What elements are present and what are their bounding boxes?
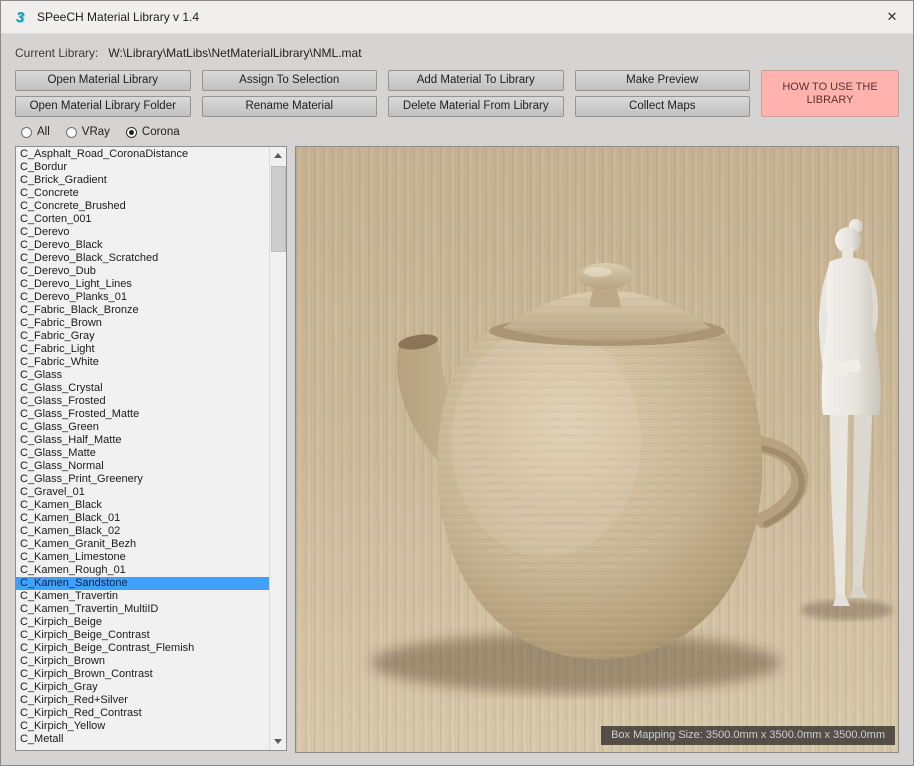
material-item[interactable]: C_Metall [16, 733, 269, 746]
material-item[interactable]: C_Fabric_White [16, 356, 269, 369]
material-item[interactable]: C_Glass_Green [16, 421, 269, 434]
material-item[interactable]: C_Derevo_Dub [16, 265, 269, 278]
material-item[interactable]: C_Glass_Normal [16, 460, 269, 473]
list-scrollbar[interactable] [269, 147, 286, 750]
filter-label: All [37, 126, 50, 138]
material-item[interactable]: C_Fabric_Black_Bronze [16, 304, 269, 317]
material-item[interactable]: C_Kirpich_Yellow [16, 720, 269, 733]
delete-material-from-library-button[interactable]: Delete Material From Library [388, 96, 564, 117]
window-body: Current Library: W:\Library\MatLibs\NetM… [1, 34, 913, 753]
current-library-label: Current Library: [15, 46, 98, 60]
3dsmax-logo-icon: 3 [11, 8, 29, 26]
material-item[interactable]: C_Asphalt_Road_CoronaDistance [16, 148, 269, 161]
add-material-to-library-button[interactable]: Add Material To Library [388, 70, 564, 91]
material-list-panel: C_Asphalt_Road_CoronaDistanceC_BordurC_B… [15, 146, 287, 751]
material-item[interactable]: C_Fabric_Brown [16, 317, 269, 330]
material-item[interactable]: C_Kirpich_Red_Contrast [16, 707, 269, 720]
material-item[interactable]: C_Derevo_Black [16, 239, 269, 252]
material-item[interactable]: C_Derevo [16, 226, 269, 239]
material-list: C_Asphalt_Road_CoronaDistanceC_BordurC_B… [16, 148, 269, 746]
material-item[interactable]: C_Kamen_Rough_01 [16, 564, 269, 577]
radio-icon [66, 127, 77, 138]
filter-label: VRay [82, 126, 110, 138]
main-area: C_Asphalt_Road_CoronaDistanceC_BordurC_B… [15, 146, 899, 753]
material-item[interactable]: C_Kamen_Sandstone [16, 577, 269, 590]
material-item[interactable]: C_Kirpich_Gray [16, 681, 269, 694]
material-item[interactable]: C_Fabric_Light [16, 343, 269, 356]
scroll-up-icon [274, 153, 282, 158]
material-item[interactable]: C_Kamen_Travertin [16, 590, 269, 603]
make-preview-button[interactable]: Make Preview [575, 70, 751, 91]
box-mapping-size-label: Box Mapping Size: 3500.0mm x 3500.0mm x … [601, 726, 895, 745]
material-item[interactable]: C_Glass_Matte [16, 447, 269, 460]
material-item[interactable]: C_Glass_Crystal [16, 382, 269, 395]
material-item[interactable]: C_Glass [16, 369, 269, 382]
material-item[interactable]: C_Glass_Half_Matte [16, 434, 269, 447]
material-item[interactable]: C_Brick_Gradient [16, 174, 269, 187]
rename-material-button[interactable]: Rename Material [202, 96, 378, 117]
filter-radio-vray[interactable]: VRay [66, 126, 110, 138]
material-library-window: 3 SPeeCH Material Library v 1.4 ✕ Curren… [0, 0, 914, 766]
filter-radio-corona[interactable]: Corona [126, 126, 180, 138]
renderer-filter-row: All VRay Corona [21, 126, 899, 138]
open-material-library-button[interactable]: Open Material Library [15, 70, 191, 91]
teapot-render-image [296, 147, 899, 752]
material-item[interactable]: C_Gravel_01 [16, 486, 269, 499]
assign-to-selection-button[interactable]: Assign To Selection [202, 70, 378, 91]
scroll-up-button[interactable] [270, 147, 287, 164]
scroll-down-icon [274, 739, 282, 744]
material-item[interactable]: C_Kirpich_Beige_Contrast_Flemish [16, 642, 269, 655]
material-item[interactable]: C_Kamen_Black_02 [16, 525, 269, 538]
material-item[interactable]: C_Kirpich_Beige_Contrast [16, 629, 269, 642]
current-library-row: Current Library: W:\Library\MatLibs\NetM… [15, 46, 899, 60]
close-button[interactable]: ✕ [871, 1, 913, 34]
scrollbar-thumb[interactable] [271, 166, 286, 252]
current-library-path: W:\Library\MatLibs\NetMaterialLibrary\NM… [108, 46, 361, 60]
material-item[interactable]: C_Kirpich_Brown_Contrast [16, 668, 269, 681]
material-item[interactable]: C_Kirpich_Red+Silver [16, 694, 269, 707]
material-item[interactable]: C_Kamen_Limestone [16, 551, 269, 564]
material-item[interactable]: C_Glass_Print_Greenery [16, 473, 269, 486]
material-preview-panel: Box Mapping Size: 3500.0mm x 3500.0mm x … [295, 146, 899, 753]
material-item[interactable]: C_Derevo_Light_Lines [16, 278, 269, 291]
filter-label: Corona [142, 126, 180, 138]
material-item[interactable]: C_Kamen_Travertin_MultiID [16, 603, 269, 616]
filter-radio-all[interactable]: All [21, 126, 50, 138]
titlebar: 3 SPeeCH Material Library v 1.4 ✕ [1, 1, 913, 34]
material-item[interactable]: C_Kamen_Black [16, 499, 269, 512]
material-item[interactable]: C_Kamen_Black_01 [16, 512, 269, 525]
scrollbar-track[interactable] [270, 164, 287, 733]
material-item[interactable]: C_Kirpich_Beige [16, 616, 269, 629]
radio-icon [126, 127, 137, 138]
toolbar: Open Material Library Assign To Selectio… [15, 70, 899, 117]
material-item[interactable]: C_Fabric_Gray [16, 330, 269, 343]
material-item[interactable]: C_Glass_Frosted [16, 395, 269, 408]
material-item[interactable]: C_Concrete_Brushed [16, 200, 269, 213]
how-to-use-library-button[interactable]: HOW TO USE THE LIBRARY [761, 70, 899, 117]
material-item[interactable]: C_Glass_Frosted_Matte [16, 408, 269, 421]
collect-maps-button[interactable]: Collect Maps [575, 96, 751, 117]
scroll-down-button[interactable] [270, 733, 287, 750]
material-item[interactable]: C_Derevo_Black_Scratched [16, 252, 269, 265]
window-title: SPeeCH Material Library v 1.4 [37, 10, 871, 24]
material-item[interactable]: C_Concrete [16, 187, 269, 200]
material-item[interactable]: C_Kirpich_Brown [16, 655, 269, 668]
radio-icon [21, 127, 32, 138]
material-item[interactable]: C_Kamen_Granit_Bezh [16, 538, 269, 551]
material-item[interactable]: C_Bordur [16, 161, 269, 174]
open-material-library-folder-button[interactable]: Open Material Library Folder [15, 96, 191, 117]
material-item[interactable]: C_Derevo_Planks_01 [16, 291, 269, 304]
material-item[interactable]: C_Corten_001 [16, 213, 269, 226]
